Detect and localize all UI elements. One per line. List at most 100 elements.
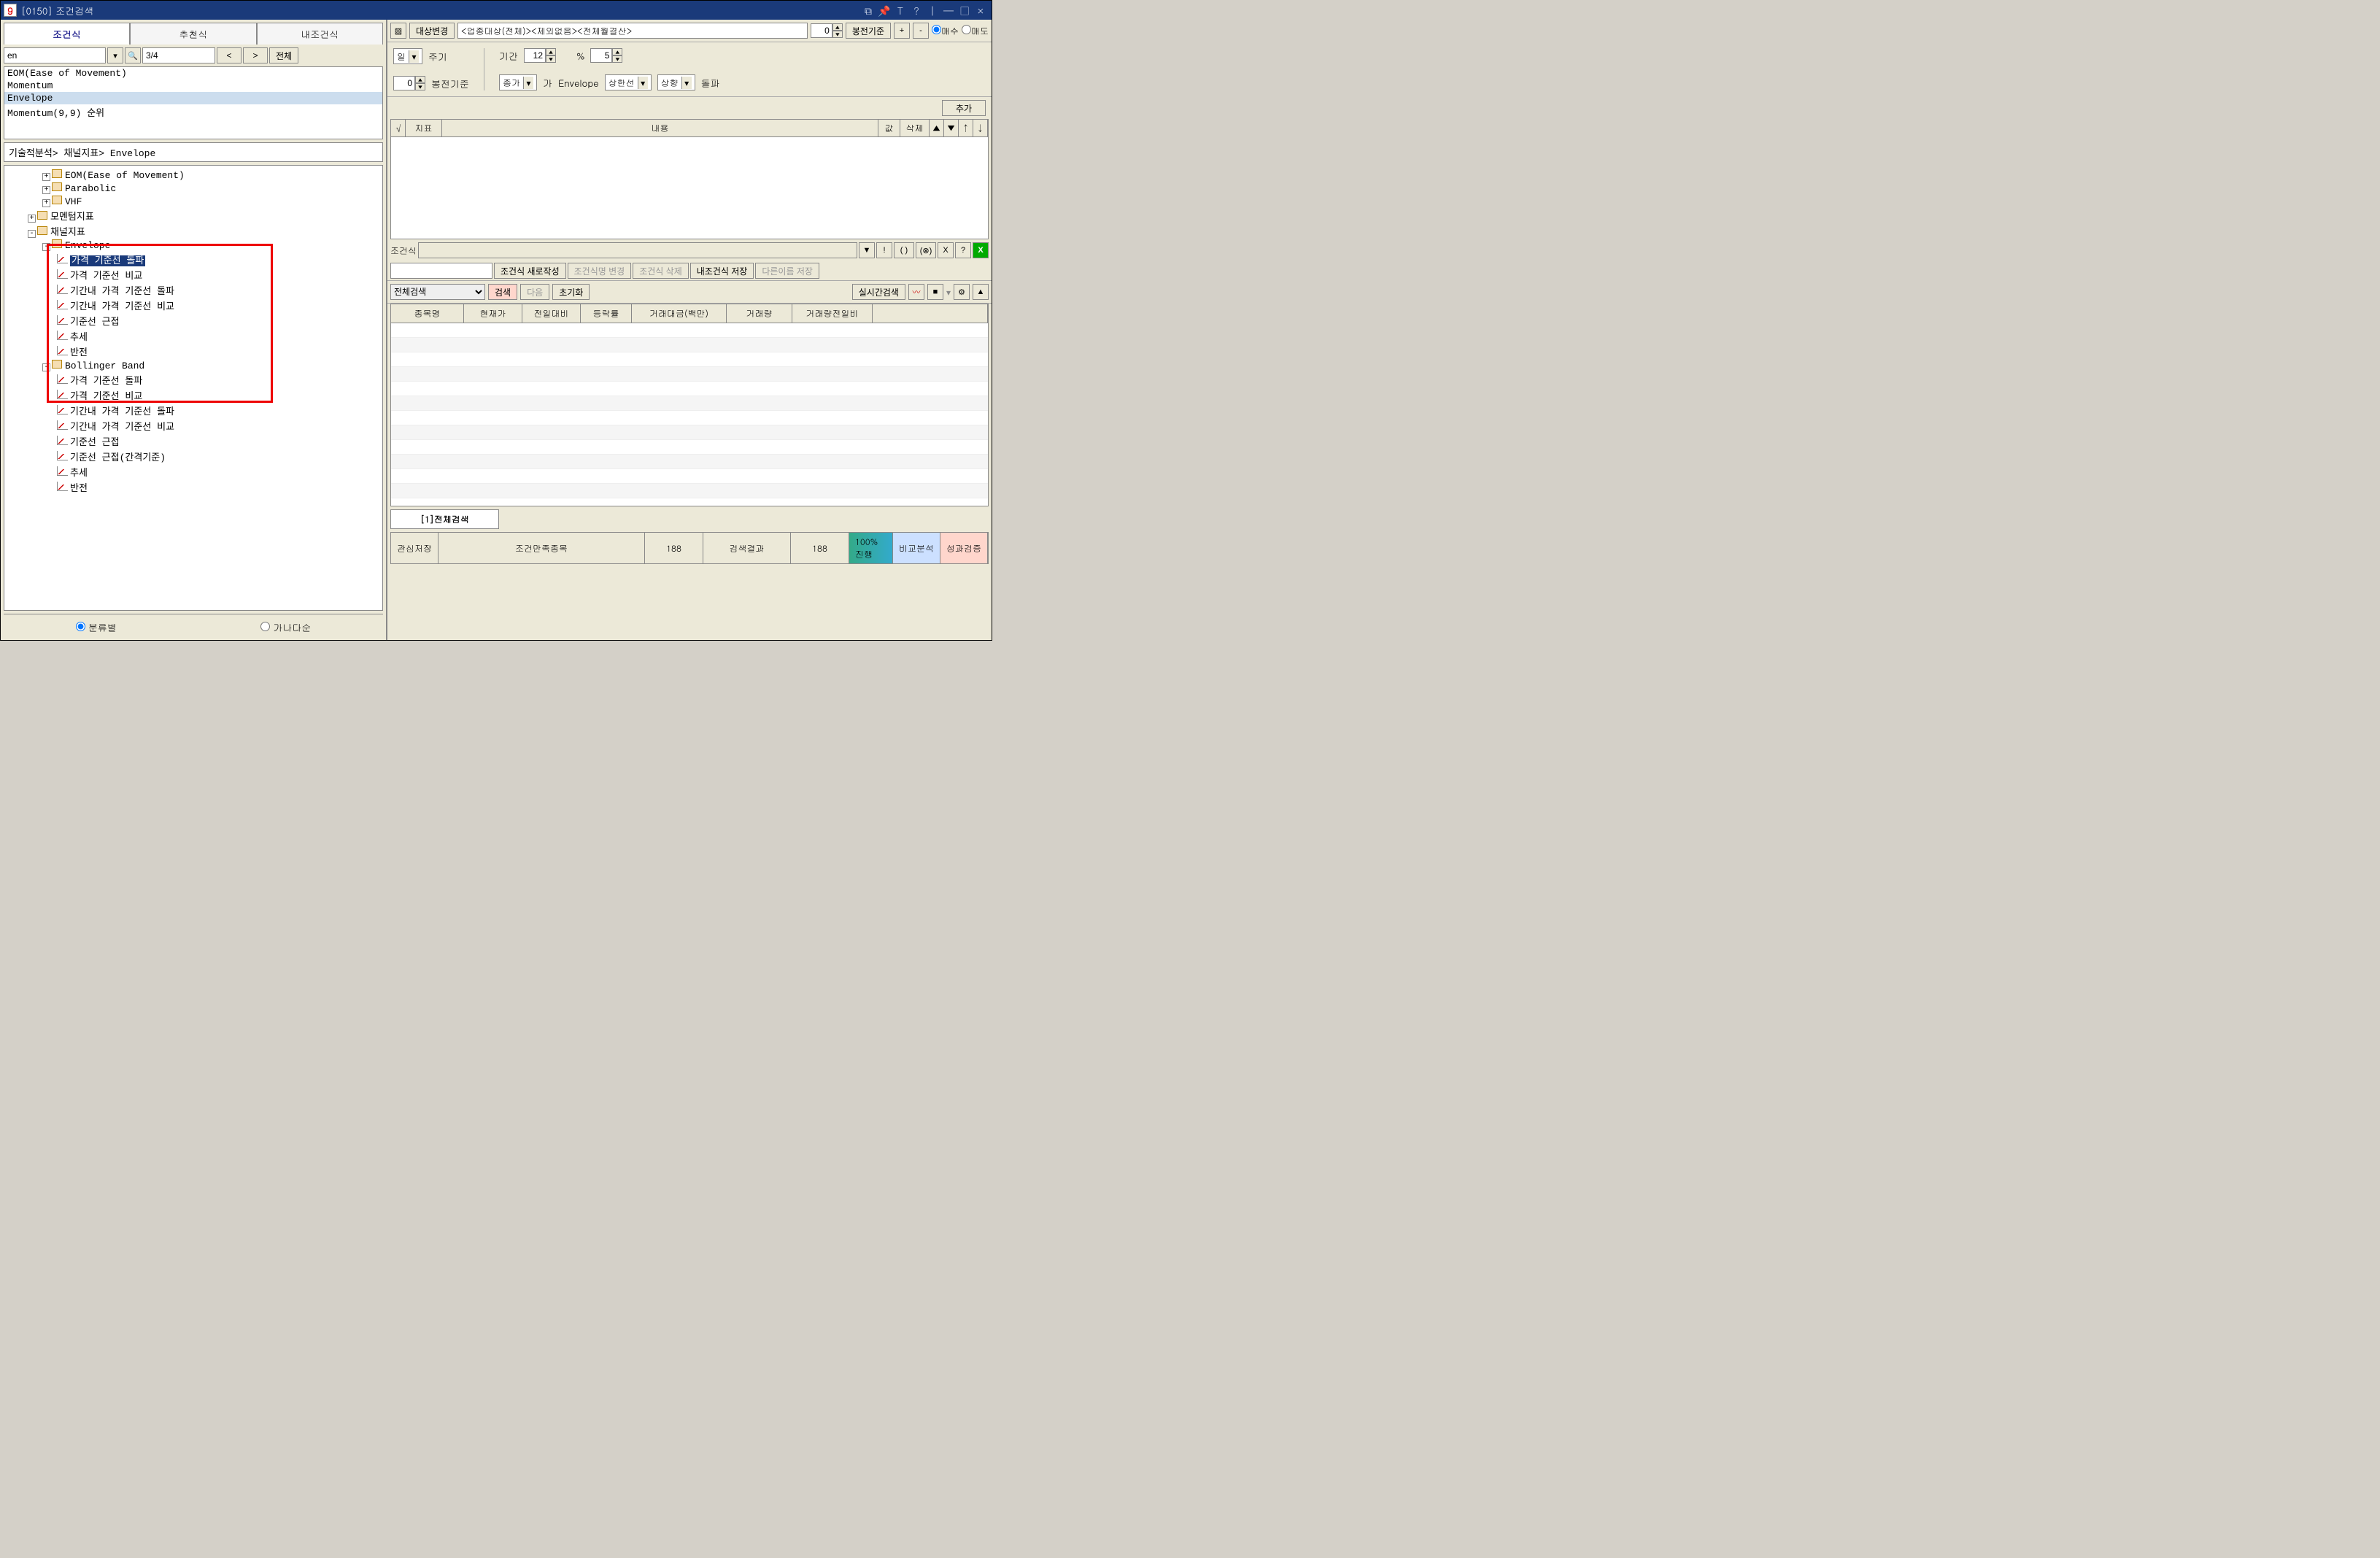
list-item[interactable]: EOM(Ease of Movement) (4, 67, 382, 80)
col-volume[interactable]: 거래량 (727, 304, 792, 323)
sort-up-icon[interactable]: ▲ (930, 120, 944, 136)
next-button[interactable]: > (243, 47, 268, 63)
down-icon[interactable]: ▼ (546, 55, 556, 63)
buy-radio[interactable]: 매수 (932, 25, 959, 37)
close-select[interactable]: 종가▾ (499, 74, 537, 90)
tab-my[interactable]: 내조건식 (257, 23, 383, 45)
up-icon[interactable]: ▲ (612, 48, 622, 55)
prev-button[interactable]: < (217, 47, 242, 63)
col-rate[interactable]: 등락률 (581, 304, 632, 323)
formula-x-button[interactable]: X (938, 242, 954, 258)
list-item[interactable]: Momentum(9,9) 순위 (4, 104, 382, 120)
search-icon[interactable]: 🔍 (125, 47, 141, 63)
reset-button[interactable]: 초기화 (552, 284, 590, 300)
next-result-button[interactable]: 다음 (520, 284, 549, 300)
sell-radio[interactable]: 매도 (962, 25, 989, 37)
col-change[interactable]: 전일대비 (522, 304, 581, 323)
chart-icon[interactable]: 〰 (908, 284, 924, 300)
result-count: 188 (791, 533, 849, 563)
collapse-icon[interactable]: - (28, 230, 36, 238)
progress-indicator: 100%진행 (849, 533, 893, 563)
tab-recommend[interactable]: 추천식 (130, 23, 256, 45)
text-icon[interactable]: T (894, 4, 907, 17)
folder-icon (52, 182, 62, 191)
all-button[interactable]: 전체 (269, 47, 298, 63)
plus-button[interactable]: + (894, 23, 910, 39)
dropdown-icon[interactable]: ▾ (107, 47, 123, 63)
minus-button[interactable]: - (913, 23, 929, 39)
expand-icon[interactable]: + (42, 186, 50, 194)
target-num-stepper[interactable]: ▲▼ (811, 23, 843, 38)
stop-icon[interactable]: ■ (927, 284, 943, 300)
result-tab[interactable]: [1]전체검색 (390, 509, 499, 529)
formula-not-button[interactable]: ! (876, 242, 892, 258)
formula-help-button[interactable]: ? (955, 242, 971, 258)
indicator-tree[interactable]: +EOM(Ease of Movement) +Parabolic +VHF +… (4, 165, 383, 611)
tab-condition[interactable]: 조건식 (4, 23, 130, 45)
gear-icon[interactable]: ⚙ (954, 284, 970, 300)
collapse-icon[interactable]: - (42, 363, 50, 371)
expand-icon[interactable]: + (42, 199, 50, 207)
direction-select[interactable]: 상향▾ (657, 74, 695, 90)
down-icon[interactable]: ▼ (415, 83, 425, 90)
target-change-button[interactable]: 대상변경 (409, 23, 455, 39)
up-icon[interactable]: ▲ (832, 23, 843, 31)
condition-name-input[interactable] (390, 263, 492, 279)
layout-icon[interactable]: ⧉ (862, 4, 875, 17)
up-icon[interactable]: ▲ (546, 48, 556, 55)
app-logo: 9 (4, 4, 17, 17)
formula-otimes-button[interactable]: (⊗) (916, 242, 936, 258)
col-name[interactable]: 종목명 (391, 304, 464, 323)
col-price[interactable]: 현재가 (464, 304, 522, 323)
search-button[interactable]: 검색 (488, 284, 517, 300)
search-input[interactable] (4, 47, 106, 63)
period-unit-select[interactable]: 일▾ (393, 48, 422, 64)
down-icon[interactable]: ▼ (612, 55, 622, 63)
col-amount[interactable]: 거래대금(백만) (632, 304, 727, 323)
sort-by-name[interactable]: 가나다순 (260, 620, 311, 634)
search-scope-select[interactable]: 전체검색 (390, 284, 485, 300)
realtime-search-button[interactable]: 실시간검색 (852, 284, 905, 300)
delete-condition-button[interactable]: 조건식 삭제 (633, 263, 689, 279)
upper-select[interactable]: 상한선▾ (605, 74, 652, 90)
maximize-icon[interactable]: □ (958, 4, 971, 17)
collapse-icon[interactable]: - (42, 243, 50, 251)
formula-dropdown-button[interactable]: ▼ (859, 242, 875, 258)
pct-stepper[interactable]: ▲▼ (590, 48, 622, 63)
verify-button[interactable]: 성과검증 (940, 533, 988, 563)
bong-stepper[interactable]: ▲▼ (393, 76, 425, 90)
page-indicator[interactable] (142, 47, 215, 63)
help-icon[interactable]: ? (910, 4, 923, 17)
excel-icon[interactable]: X (973, 242, 989, 258)
save-mine-button[interactable]: 내조건식 저장 (690, 263, 754, 279)
minimize-icon[interactable]: ─ (942, 4, 955, 17)
chart-icon (57, 270, 67, 279)
down-icon[interactable]: ▼ (832, 31, 843, 38)
search-results-list[interactable]: EOM(Ease of Movement) Momentum Envelope … (4, 66, 383, 139)
formula-paren-button[interactable]: ( ) (894, 242, 914, 258)
move-bottom-icon[interactable]: ↓ (973, 120, 988, 136)
compare-button[interactable]: 비교분석 (893, 533, 940, 563)
save-as-button[interactable]: 다른이름 저장 (755, 263, 819, 279)
close-icon[interactable]: × (974, 4, 987, 17)
add-button[interactable]: 추가 (942, 100, 986, 116)
pct-label: % (576, 49, 584, 63)
pin-icon[interactable]: 📌 (878, 4, 891, 17)
toggle-icon[interactable]: ▨ (390, 23, 406, 39)
new-condition-button[interactable]: 조건식 새로작성 (494, 263, 566, 279)
up-icon[interactable]: ▲ (415, 76, 425, 83)
sort-down-icon[interactable]: ▼ (944, 120, 959, 136)
sort-by-class[interactable]: 분류별 (76, 620, 117, 634)
list-item[interactable]: Envelope (4, 92, 382, 104)
formula-input[interactable] (418, 242, 857, 258)
rename-button[interactable]: 조건식명 변경 (568, 263, 632, 279)
expand-icon[interactable]: + (42, 173, 50, 181)
wishlist-button[interactable]: 관심저장 (391, 533, 438, 563)
col-volratio[interactable]: 거래량전일비 (792, 304, 873, 323)
move-top-icon[interactable]: ↑ (959, 120, 973, 136)
range-stepper[interactable]: ▲▼ (524, 48, 556, 63)
bong-std-button[interactable]: 봉전기준 (846, 23, 891, 39)
collapse-up-icon[interactable]: ▲ (973, 284, 989, 300)
list-item[interactable]: Momentum (4, 80, 382, 92)
expand-icon[interactable]: + (28, 215, 36, 223)
